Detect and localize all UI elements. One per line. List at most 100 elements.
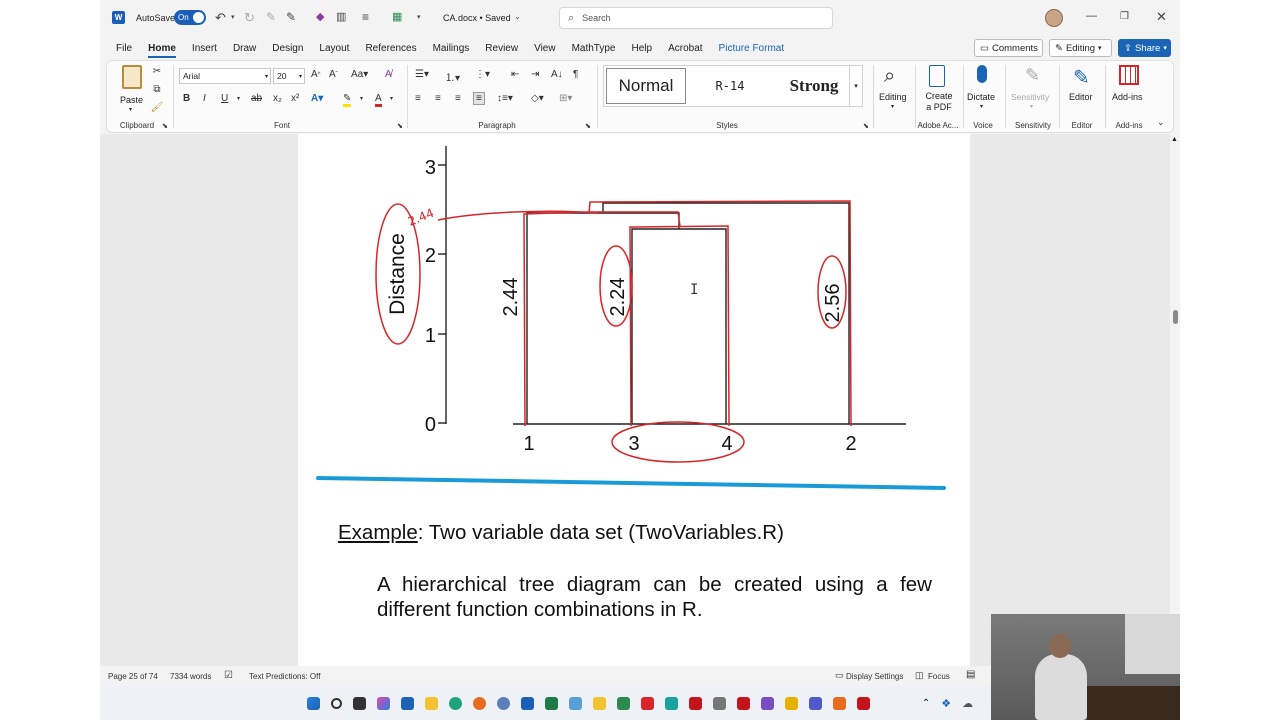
font-launcher-icon[interactable]: ⬊ xyxy=(397,122,403,130)
r-icon[interactable] xyxy=(496,696,510,710)
increase-indent-icon[interactable]: ⇥ xyxy=(531,69,539,80)
subscript-icon[interactable]: x₂ xyxy=(273,93,282,104)
restore-icon[interactable]: ❐ xyxy=(1120,11,1129,22)
tab-references[interactable]: References xyxy=(365,43,416,54)
undo-dropdown-icon[interactable]: ▾ xyxy=(231,13,235,21)
font-family-select[interactable]: Arial ▾ xyxy=(179,68,271,84)
style-r14[interactable]: R-14 xyxy=(690,68,770,104)
cut-icon[interactable]: ✂ xyxy=(151,65,163,77)
document-title[interactable]: CA.docx • Saved xyxy=(443,13,511,23)
app-teal-icon[interactable] xyxy=(664,696,678,710)
superscript-icon[interactable]: x² xyxy=(291,93,299,104)
underline-icon[interactable]: U xyxy=(221,93,228,104)
teams-icon[interactable] xyxy=(808,696,822,710)
clear-formatting-icon[interactable]: A̸ xyxy=(385,69,392,80)
share-button[interactable]: ⇪ Share ▾ xyxy=(1118,39,1171,57)
taskbar-search-icon[interactable] xyxy=(330,697,342,709)
collapse-ribbon-icon[interactable]: ⌄ xyxy=(1157,117,1165,128)
shading-icon[interactable]: ◇▾ xyxy=(531,93,544,104)
firefox-icon[interactable] xyxy=(472,696,486,710)
calendar-icon[interactable] xyxy=(736,696,750,710)
close-icon[interactable]: ✕ xyxy=(1156,9,1167,25)
tab-design[interactable]: Design xyxy=(272,43,303,54)
dictate-button[interactable]: Dictate ▾ xyxy=(967,65,999,113)
focus-mode[interactable]: Focus xyxy=(928,672,950,681)
italic-icon[interactable]: I xyxy=(203,93,206,104)
folder-icon[interactable] xyxy=(592,696,606,710)
app-purple-icon[interactable] xyxy=(760,696,774,710)
display-settings-icon[interactable]: ▭ xyxy=(835,670,844,681)
pdf-app-icon[interactable] xyxy=(856,696,870,710)
read-mode-icon[interactable]: ▤ xyxy=(966,669,975,680)
app-orange-icon[interactable] xyxy=(832,696,846,710)
strikethrough-icon[interactable]: ab xyxy=(251,93,262,104)
tab-help[interactable]: Help xyxy=(632,43,653,54)
redo-icon[interactable]: ↻ xyxy=(244,10,255,26)
shrink-font-icon[interactable]: Aˇ xyxy=(329,69,338,80)
addins-button[interactable]: Add-ins xyxy=(1111,65,1147,113)
app-red-icon[interactable] xyxy=(640,696,654,710)
sensitivity-button[interactable]: ✎ Sensitivity ▾ xyxy=(1011,65,1055,113)
font-color-dropdown-icon[interactable]: ▾ xyxy=(390,95,393,102)
sort-icon[interactable]: A↓ xyxy=(551,69,563,80)
scroll-up-icon[interactable]: ▲ xyxy=(1171,136,1178,143)
tray-chevron-icon[interactable]: ⌃ xyxy=(922,698,930,709)
borders-icon[interactable]: ⊞▾ xyxy=(559,93,572,104)
app-yellow-icon[interactable] xyxy=(784,696,798,710)
tab-mathtype[interactable]: MathType xyxy=(572,43,616,54)
customize-qat-icon[interactable]: ▾ xyxy=(417,13,421,21)
app-gray-icon[interactable] xyxy=(712,696,726,710)
copy-icon[interactable]: ⧉ xyxy=(151,83,163,95)
styles-more-button[interactable]: ▾ xyxy=(849,65,863,107)
tab-layout[interactable]: Layout xyxy=(319,43,349,54)
multilevel-list-icon[interactable]: ⋮▾ xyxy=(475,69,490,80)
display-settings[interactable]: Display Settings xyxy=(846,672,903,681)
comments-button[interactable]: ▭ Comments xyxy=(974,39,1043,57)
align-left-icon[interactable]: ≡ xyxy=(415,93,421,104)
numbering-icon[interactable]: ⒈▾ xyxy=(445,69,460,84)
tab-acrobat[interactable]: Acrobat xyxy=(668,43,702,54)
style-normal[interactable]: Normal xyxy=(606,68,686,104)
eraser-icon[interactable]: ◆ xyxy=(316,10,324,23)
file-explorer-icon[interactable] xyxy=(424,696,438,710)
font-size-select[interactable]: 20 ▾ xyxy=(273,68,305,84)
vertical-scrollbar[interactable]: ▲ xyxy=(1170,134,1180,666)
tab-view[interactable]: View xyxy=(534,43,556,54)
editing-button[interactable]: ⌕ Editing ▾ xyxy=(877,65,911,113)
create-pdf-button[interactable]: Create a PDF xyxy=(919,65,957,117)
tab-file[interactable]: File xyxy=(116,43,132,54)
bullets-icon[interactable]: ☰▾ xyxy=(415,69,429,80)
justify-icon[interactable]: ≡ xyxy=(473,92,485,105)
title-chevron-icon[interactable]: ⌄ xyxy=(514,12,521,21)
format-painter-icon[interactable]: 🖌 xyxy=(151,101,164,113)
tab-mailings[interactable]: Mailings xyxy=(433,43,470,54)
notepad-icon[interactable] xyxy=(568,696,582,710)
autosave-toggle[interactable]: On xyxy=(174,10,206,25)
columns-icon[interactable]: ▥ xyxy=(336,10,346,23)
highlight-dropdown-icon[interactable]: ▾ xyxy=(360,95,363,102)
text-effects-icon[interactable]: A▾ xyxy=(311,93,323,104)
align-icon[interactable]: ≡ xyxy=(362,10,369,24)
line-spacing-icon[interactable]: ↕≡▾ xyxy=(497,93,513,104)
app-green-icon[interactable] xyxy=(616,696,630,710)
word-count[interactable]: 7334 words xyxy=(170,672,211,681)
tab-draw[interactable]: Draw xyxy=(233,43,256,54)
paste-button[interactable]: Paste ▾ xyxy=(117,65,147,113)
bold-icon[interactable]: B xyxy=(183,93,190,104)
tab-picture-format[interactable]: Picture Format xyxy=(719,43,785,54)
outlook-icon[interactable] xyxy=(400,696,414,710)
table-icon[interactable]: ▦ xyxy=(392,10,402,23)
page-count[interactable]: Page 25 of 74 xyxy=(108,672,158,681)
grow-font-icon[interactable]: A ^ xyxy=(311,69,321,80)
copilot-icon[interactable] xyxy=(376,696,390,710)
styles-launcher-icon[interactable]: ⬊ xyxy=(863,122,869,130)
editor-button[interactable]: ✎ Editor xyxy=(1065,65,1099,113)
excel-icon[interactable] xyxy=(544,696,558,710)
tab-review[interactable]: Review xyxy=(485,43,518,54)
font-color-icon[interactable]: A xyxy=(375,93,382,107)
minimize-icon[interactable]: — xyxy=(1086,10,1097,22)
editing-mode-button[interactable]: ✎ Editing ▾ xyxy=(1049,39,1112,57)
acrobat-icon[interactable] xyxy=(688,696,702,710)
highlight-color-icon[interactable]: ✎ xyxy=(343,93,352,107)
highlighter-icon[interactable]: ✎ xyxy=(286,10,296,24)
